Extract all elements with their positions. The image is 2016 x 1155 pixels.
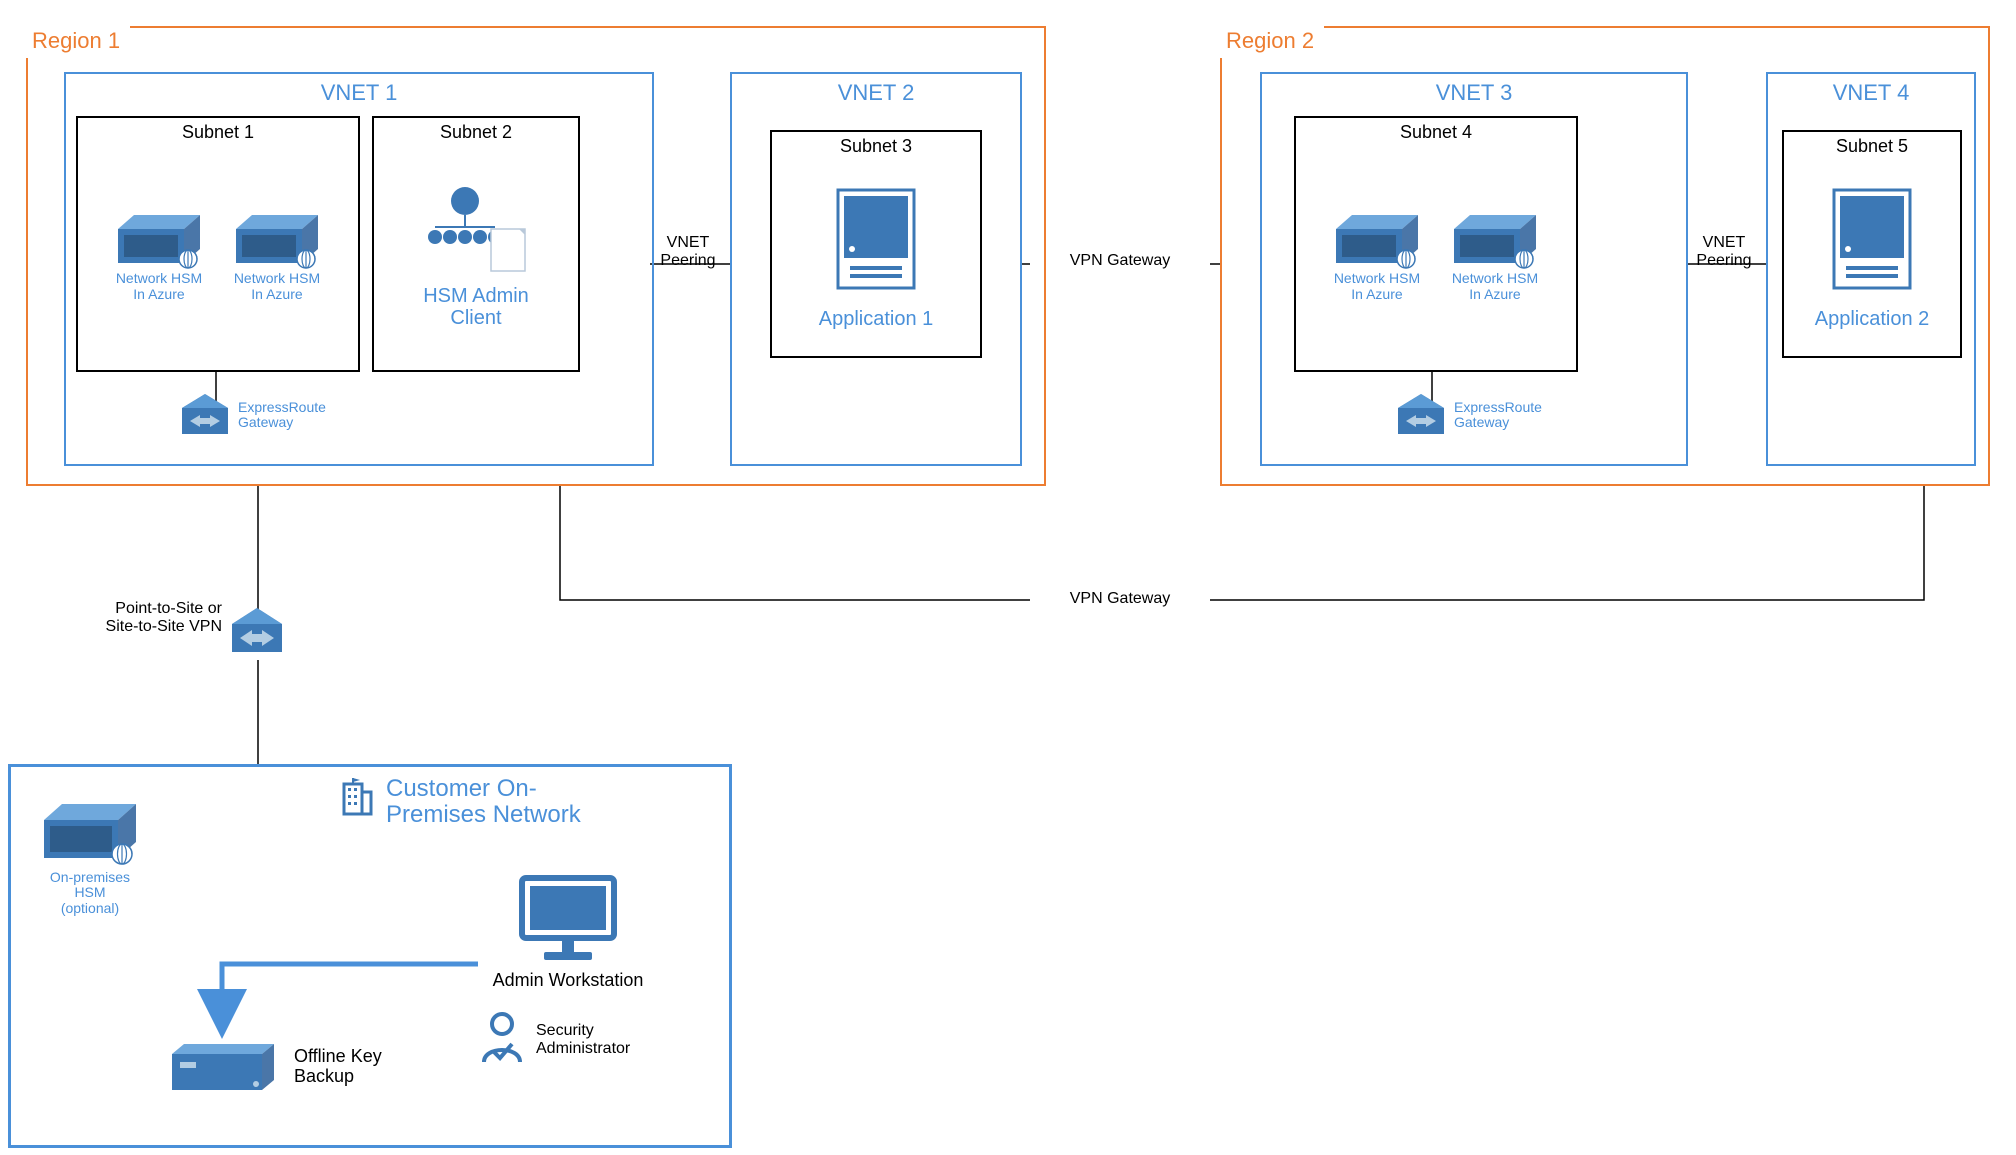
- hsm-icon: [40, 800, 140, 864]
- vnet-3-title: VNET 3: [1262, 74, 1686, 106]
- subnet-2: Subnet 2 HSM Admin Client: [372, 116, 580, 372]
- subnet-4-title: Subnet 4: [1296, 118, 1576, 143]
- on-prem-hsm: On-premises HSM (optional): [30, 800, 150, 916]
- vnet-1-title: VNET 1: [66, 74, 652, 106]
- hsm-d: Network HSM In Azure: [1440, 211, 1550, 302]
- hsm-icon: [232, 211, 322, 269]
- load-balancer-icon: [421, 185, 531, 275]
- monitor-icon: [508, 870, 628, 966]
- subnet-3: Subnet 3 Application 1: [770, 130, 982, 358]
- subnet-2-title: Subnet 2: [374, 118, 578, 143]
- subnet-5: Subnet 5 Application 2: [1782, 130, 1962, 358]
- hsm-c: Network HSM In Azure: [1322, 211, 1432, 302]
- building-icon: [340, 776, 374, 816]
- hsm-icon: [114, 211, 204, 269]
- expressroute-gateway-1: ExpressRoute Gateway: [178, 390, 326, 438]
- expressroute-label: ExpressRoute Gateway: [238, 400, 326, 431]
- p2s-vpn-gateway: [228, 604, 286, 659]
- p2s-vpn-label: Point-to-Site or Site-to-Site VPN: [42, 600, 222, 635]
- application-icon: [832, 184, 920, 294]
- gateway-icon: [178, 390, 232, 438]
- on-prem-title-block: Customer On- Premises Network: [340, 776, 581, 829]
- hsm-label: Network HSM In Azure: [116, 271, 202, 302]
- offline-backup-label: Offline Key Backup: [294, 1047, 382, 1087]
- subnet-3-title: Subnet 3: [772, 132, 980, 157]
- offline-key-backup: Offline Key Backup: [168, 1040, 382, 1094]
- hsm-icon: [1450, 211, 1540, 269]
- application-icon: [1828, 184, 1916, 294]
- hsm-label: Network HSM In Azure: [1334, 271, 1420, 302]
- person-icon: [478, 1012, 526, 1068]
- hsm-a: Network HSM In Azure: [104, 211, 214, 302]
- admin-ws-label: Admin Workstation: [478, 966, 658, 991]
- hsm-b: Network HSM In Azure: [222, 211, 332, 302]
- admin-client-label: HSM Admin Client: [423, 279, 529, 329]
- hsm-label: Network HSM In Azure: [234, 271, 320, 302]
- expressroute-label: ExpressRoute Gateway: [1454, 400, 1542, 431]
- gateway-icon: [228, 604, 286, 656]
- vnet-2-title: VNET 2: [732, 74, 1020, 106]
- backup-device-icon: [168, 1040, 278, 1094]
- subnet-4: Subnet 4 Network HSM In Azure: [1294, 116, 1578, 372]
- diagram-canvas: VNET Peering VNET Peering VPN Gateway VP…: [0, 0, 2016, 1155]
- expressroute-gateway-2: ExpressRoute Gateway: [1394, 390, 1542, 438]
- security-admin-label: Security Administrator: [536, 1022, 630, 1057]
- security-admin: Security Administrator: [478, 1012, 630, 1068]
- vpn-gateway-label-2: VPN Gateway: [1030, 588, 1210, 610]
- region-1-label: Region 1: [26, 26, 130, 58]
- app-1-label: Application 1: [819, 302, 934, 330]
- subnet-1-title: Subnet 1: [78, 118, 358, 143]
- on-prem-title: Customer On- Premises Network: [386, 776, 581, 829]
- vpn-gateway-label-1: VPN Gateway: [1030, 250, 1210, 272]
- on-prem-hsm-label: On-premises HSM (optional): [30, 870, 150, 916]
- admin-workstation: Admin Workstation: [478, 870, 658, 991]
- hsm-icon: [1332, 211, 1422, 269]
- region-2-label: Region 2: [1220, 26, 1324, 58]
- gateway-icon: [1394, 390, 1448, 438]
- subnet-5-title: Subnet 5: [1784, 132, 1960, 157]
- app-2-label: Application 2: [1815, 302, 1930, 330]
- vnet-4-title: VNET 4: [1768, 74, 1974, 106]
- hsm-label: Network HSM In Azure: [1452, 271, 1538, 302]
- subnet-1: Subnet 1 Network HSM In Azure: [76, 116, 360, 372]
